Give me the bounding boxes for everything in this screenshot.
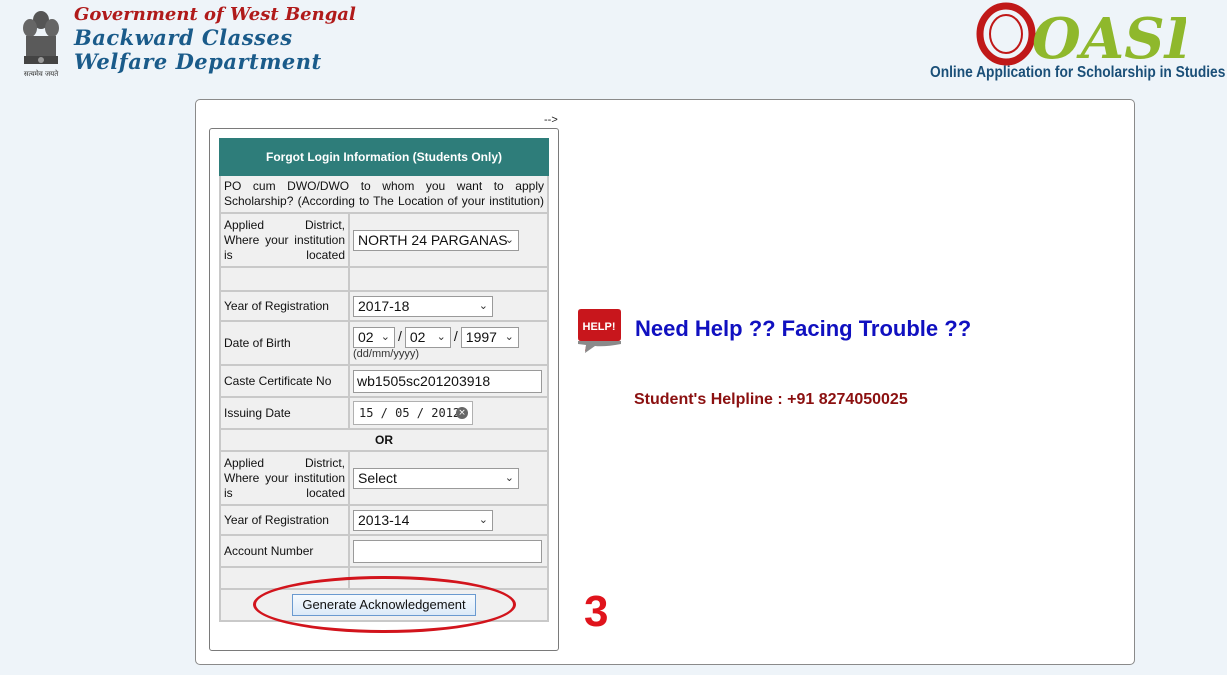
chevron-down-icon: ⌄: [504, 233, 514, 246]
or-divider: OR: [219, 428, 549, 452]
form-title: Forgot Login Information (Students Only): [219, 138, 549, 176]
account-number-cell: [348, 534, 549, 568]
district-cell: NORTH 24 PARGANAS ⌄: [348, 212, 549, 268]
svg-text:सत्यमेव जयते: सत्यमेव जयते: [24, 69, 59, 78]
year-select-alt-value: 2013-14: [358, 511, 410, 528]
year-label-alt: Year of Registration: [219, 504, 350, 536]
chevron-down-icon: ⌄: [436, 331, 446, 343]
issuing-date-value: 15 / 05 / 2012: [359, 406, 461, 420]
empty-cell: [219, 566, 350, 590]
form-intro-text: PO cum DWO/DWO to whom you want to apply…: [219, 174, 549, 214]
chevron-down-icon: ⌄: [380, 331, 390, 343]
annotation-step-number: 3: [584, 587, 609, 636]
empty-cell: [348, 266, 549, 292]
student-helpline: Student's Helpline : +91 8274050025: [634, 391, 908, 408]
caste-certificate-cell: wb1505sc201203918: [348, 364, 549, 398]
year-alt-cell: 2013-14 ⌄: [348, 504, 549, 536]
help-speech-bubble-icon: HELP!: [578, 309, 621, 353]
dob-day-select[interactable]: 02 ⌄: [353, 327, 395, 348]
district-alt-cell: Select ⌄: [348, 450, 549, 506]
empty-cell: [219, 266, 350, 292]
year-select-alt[interactable]: 2013-14 ⌄: [353, 509, 493, 531]
issuing-date-label: Issuing Date: [219, 396, 350, 430]
department-name: Government of West Bengal Backward Class…: [74, 4, 356, 74]
date-separator: /: [453, 327, 458, 344]
government-title: Government of West Bengal: [74, 4, 356, 25]
year-select-value: 2017-18: [358, 297, 410, 314]
chevron-down-icon: ⌄: [478, 513, 488, 526]
account-number-label: Account Number: [219, 534, 350, 568]
empty-cell: [348, 566, 549, 590]
department-line-2: Welfare Department: [74, 49, 322, 74]
dob-month-select[interactable]: 02 ⌄: [404, 327, 451, 348]
district-label-alt: Applied District, Where your institution…: [219, 450, 350, 506]
clear-date-icon[interactable]: ×: [456, 407, 468, 419]
district-label: Applied District, Where your institution…: [219, 212, 350, 268]
district-select-alt-value: Select: [358, 469, 397, 486]
year-cell: 2017-18 ⌄: [348, 290, 549, 322]
dob-month-value: 02: [409, 329, 426, 345]
dob-day-value: 02: [358, 329, 374, 345]
caste-certificate-input[interactable]: wb1505sc201203918: [353, 369, 542, 393]
oasis-logo-icon: OASIS: [976, 2, 1186, 66]
dob-label: Date of Birth: [219, 320, 350, 366]
account-number-input[interactable]: [353, 539, 542, 563]
forgot-login-form: Forgot Login Information (Students Only)…: [219, 138, 549, 622]
svg-text:HELP!: HELP!: [583, 321, 616, 333]
year-label: Year of Registration: [219, 290, 350, 322]
chevron-down-icon: ⌄: [504, 331, 514, 343]
department-line-1: Backward Classes: [74, 25, 293, 50]
dob-year-select[interactable]: 1997 ⌄: [460, 327, 519, 348]
dob-cell: 02 ⌄ / 02 ⌄ / 1997 ⌄ (dd/mm/yyyy): [348, 320, 549, 366]
date-separator: /: [398, 327, 402, 344]
help-title: Need Help ?? Facing Trouble ??: [635, 316, 972, 341]
issuing-date-input[interactable]: 15 / 05 / 2012 ×: [353, 401, 473, 425]
stray-text: -->: [544, 114, 558, 126]
svg-text:OASIS: OASIS: [1032, 6, 1186, 66]
chevron-down-icon: ⌄: [504, 471, 514, 484]
submit-row: Generate Acknowledgement: [219, 588, 549, 622]
generate-acknowledgement-button[interactable]: Generate Acknowledgement: [292, 594, 476, 616]
chevron-down-icon: ⌄: [478, 299, 488, 312]
year-select[interactable]: 2017-18 ⌄: [353, 295, 493, 317]
dob-year-value: 1997: [465, 329, 497, 345]
dob-format-hint: (dd/mm/yyyy): [353, 348, 419, 360]
oasis-logo: OASIS Online Application for Scholarship…: [930, 0, 1227, 90]
oasis-tagline: Online Application for Scholarship in St…: [930, 64, 1226, 81]
district-select-alt[interactable]: Select ⌄: [353, 467, 519, 489]
district-select-value: NORTH 24 PARGANAS: [358, 231, 508, 248]
national-emblem-icon: सत्यमेव जयते: [23, 11, 59, 78]
caste-certificate-label: Caste Certificate No: [219, 364, 350, 398]
issuing-date-cell: 15 / 05 / 2012 ×: [348, 396, 549, 430]
district-select[interactable]: NORTH 24 PARGANAS ⌄: [353, 229, 519, 251]
